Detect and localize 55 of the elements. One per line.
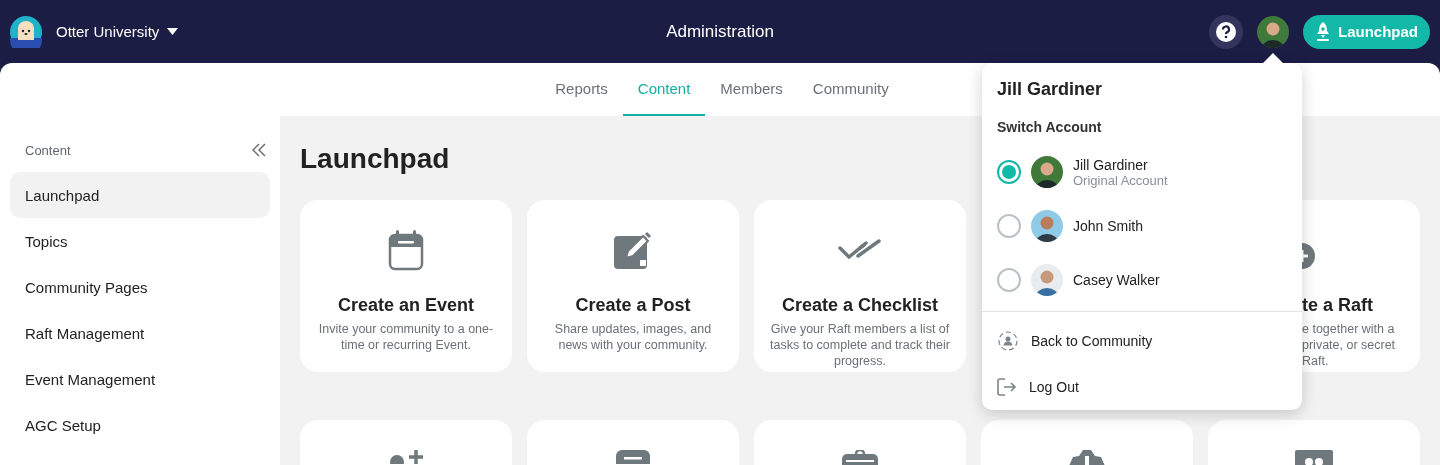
- card-title: Create a Checklist: [781, 295, 939, 316]
- log-out-icon: [997, 378, 1017, 396]
- org-switcher[interactable]: Otter University: [56, 23, 179, 40]
- card-title: Create a Post: [575, 295, 691, 316]
- menu-section-label: Switch Account: [996, 119, 1103, 135]
- sidebar-heading: Content: [25, 142, 71, 158]
- menu-user-name: Jill Gardiner: [996, 78, 1104, 101]
- tab[interactable]: Community: [797, 63, 904, 116]
- card-description: e together with a: [1302, 321, 1395, 337]
- action-card[interactable]: Create a Checklist Give your Raft members a list of tasks to complete and track their progress.: [754, 200, 966, 372]
- help-button[interactable]: [1209, 14, 1243, 49]
- card-description: private, or secret: [1302, 337, 1396, 353]
- otter-logo-icon[interactable]: [10, 15, 42, 48]
- sidebar-item[interactable]: Event Management: [10, 356, 270, 402]
- avatar-icon: [1031, 156, 1063, 188]
- help-icon: [1216, 21, 1236, 42]
- account-name[interactable]: Jill Gardiner: [1073, 156, 1168, 173]
- sidebar-item[interactable]: Topics: [10, 218, 270, 264]
- add-person-icon: [387, 450, 425, 464]
- calendar-icon: [388, 229, 424, 271]
- tab[interactable]: Reports: [540, 63, 623, 116]
- action-card[interactable]: Create a Post Share updates, images, and news with your community.: [527, 200, 739, 372]
- card-description: Raft.: [1302, 353, 1329, 369]
- edit-icon: [613, 230, 653, 270]
- sidebar-item[interactable]: Community Pages: [10, 264, 270, 310]
- card-description: Invite your community to a one-time or recurring Event.: [317, 321, 495, 353]
- collapse-icon[interactable]: [252, 143, 266, 157]
- card-title: te a Raft: [1302, 295, 1373, 316]
- card-title: Create an Event: [337, 295, 475, 316]
- account-name[interactable]: John Smith: [1073, 218, 1144, 234]
- tab[interactable]: Members: [705, 63, 798, 116]
- caret-down-icon: [167, 28, 179, 35]
- avatar-icon: [1257, 15, 1289, 48]
- action-card[interactable]: Create an Event Invite your community to a one-time or recurring Event.: [300, 200, 512, 372]
- contact-card-icon: [1295, 450, 1333, 465]
- rocket-icon: [1315, 21, 1331, 42]
- community-icon: [997, 330, 1019, 352]
- message-icon: [616, 450, 650, 464]
- badge-icon: [1069, 450, 1105, 465]
- page-heading: Administration: [666, 21, 774, 42]
- radio-button[interactable]: [997, 160, 1021, 184]
- double-check-icon: [838, 239, 882, 261]
- avatar-icon: [1031, 210, 1063, 242]
- radio-button[interactable]: [997, 268, 1021, 292]
- radio-button[interactable]: [997, 214, 1021, 238]
- sidebar-item[interactable]: Launchpad: [10, 172, 270, 218]
- card-description: Give your Raft members a list of tasks to complete and track their progress.: [769, 321, 951, 369]
- clipboard-icon: [842, 450, 878, 465]
- sidebar-item[interactable]: AGC Setup: [10, 402, 270, 448]
- card-description: Share updates, images, and news with your community.: [553, 321, 713, 353]
- sidebar-item[interactable]: Raft Management: [10, 310, 270, 356]
- account-name[interactable]: Casey Walker: [1073, 272, 1160, 288]
- avatar-icon: [1031, 264, 1063, 296]
- page-title: Launchpad: [300, 142, 450, 176]
- account-note: Original Account: [1073, 172, 1168, 188]
